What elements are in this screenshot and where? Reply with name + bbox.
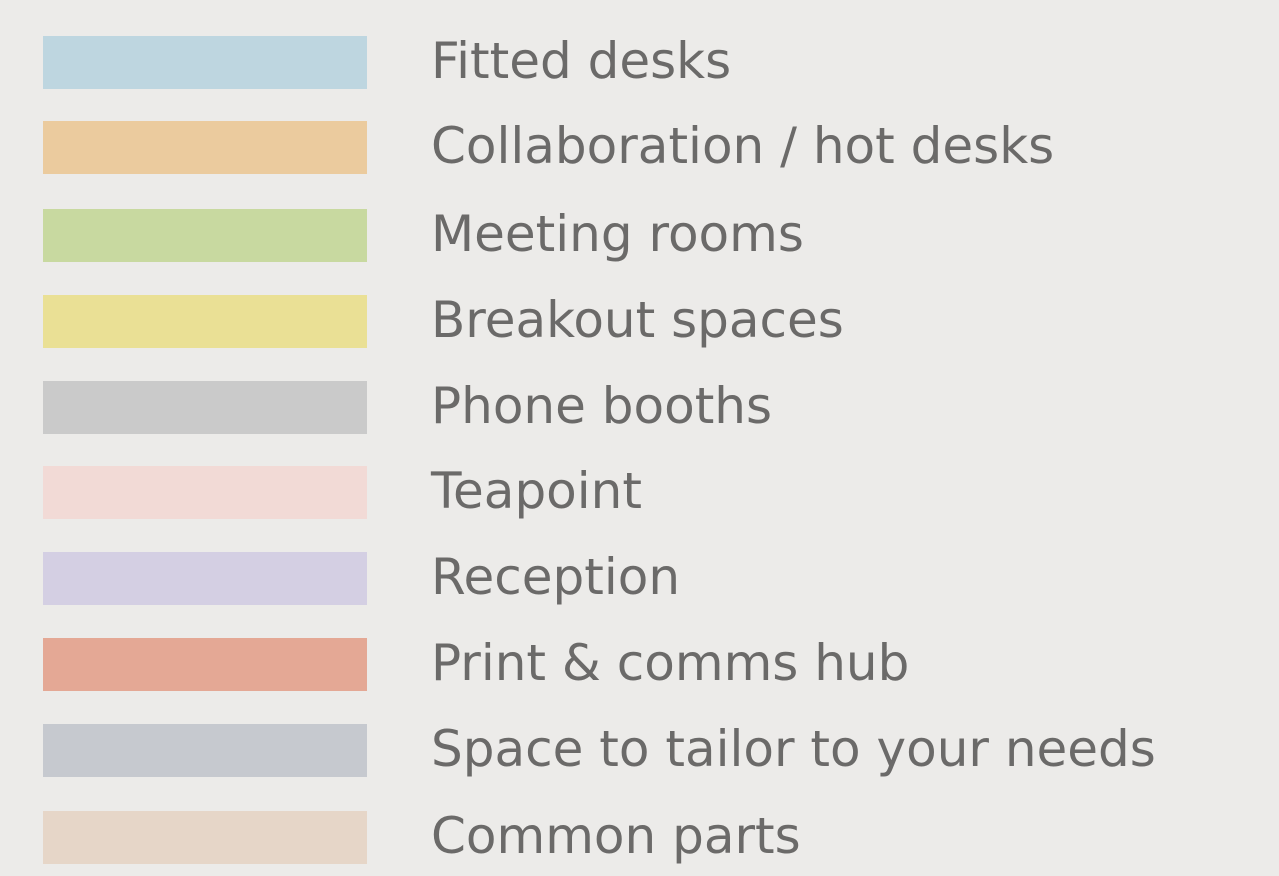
legend-item-teapoint: Teapoint xyxy=(0,462,1279,520)
swatch-fitted-desks xyxy=(43,36,367,89)
legend-label-phone-booths: Phone booths xyxy=(431,377,773,435)
legend-item-meeting-rooms: Meeting rooms xyxy=(0,205,1279,263)
swatch-space-to-tailor xyxy=(43,724,367,777)
swatch-collaboration-hot-desks xyxy=(43,121,367,174)
legend-label-common-parts: Common parts xyxy=(431,807,801,865)
legend-label-fitted-desks: Fitted desks xyxy=(431,32,732,90)
swatch-phone-booths xyxy=(43,381,367,434)
swatch-common-parts xyxy=(43,811,367,864)
legend-label-meeting-rooms: Meeting rooms xyxy=(431,205,804,263)
legend-label-teapoint: Teapoint xyxy=(431,462,642,520)
legend-item-fitted-desks: Fitted desks xyxy=(0,32,1279,90)
legend-label-collaboration-hot-desks: Collaboration / hot desks xyxy=(431,117,1055,175)
legend-item-phone-booths: Phone booths xyxy=(0,377,1279,435)
legend-item-reception: Reception xyxy=(0,548,1279,606)
swatch-meeting-rooms xyxy=(43,209,367,262)
legend-label-reception: Reception xyxy=(431,548,681,606)
swatch-teapoint xyxy=(43,466,367,519)
swatch-reception xyxy=(43,552,367,605)
legend-item-breakout-spaces: Breakout spaces xyxy=(0,291,1279,349)
legend-item-space-to-tailor: Space to tailor to your needs xyxy=(0,720,1279,778)
legend-label-breakout-spaces: Breakout spaces xyxy=(431,291,844,349)
legend-item-print-comms-hub: Print & comms hub xyxy=(0,634,1279,692)
swatch-breakout-spaces xyxy=(43,295,367,348)
swatch-print-comms-hub xyxy=(43,638,367,691)
legend-label-print-comms-hub: Print & comms hub xyxy=(431,634,910,692)
legend-label-space-to-tailor: Space to tailor to your needs xyxy=(431,720,1156,778)
legend-item-common-parts: Common parts xyxy=(0,807,1279,865)
space-type-legend: Fitted desks Collaboration / hot desks M… xyxy=(0,0,1279,876)
legend-item-collaboration-hot-desks: Collaboration / hot desks xyxy=(0,117,1279,175)
